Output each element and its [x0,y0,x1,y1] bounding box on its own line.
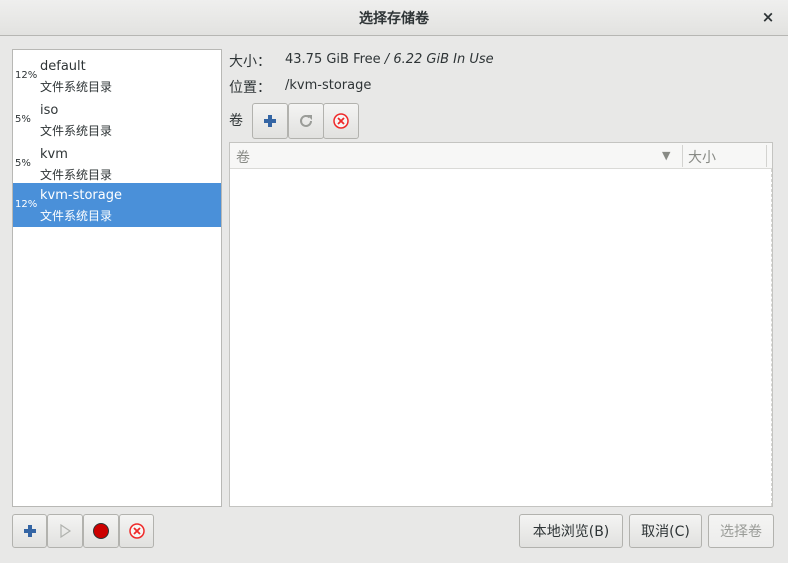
size-value: 43.75 GiB Free / 6.22 GiB In Use [285,52,494,67]
column-header-size[interactable]: 大小 [688,147,716,167]
close-button[interactable]: × [760,8,776,26]
choose-volume-button[interactable]: 选择卷 [708,514,774,548]
location-value: /kvm-storage [285,78,372,93]
window-title: 选择存储卷 [359,11,429,27]
pool-item-kvm[interactable]: 5% kvm 文件系统目录 [13,142,221,186]
add-volume-button[interactable] [252,103,288,139]
pool-item-kvm-storage[interactable]: 12% kvm-storage 文件系统目录 [13,183,221,227]
add-icon [264,115,276,127]
pool-usage-percent: 12% [15,199,38,210]
stop-icon [93,523,109,539]
column-divider [682,145,683,167]
refresh-volumes-button[interactable] [288,103,324,139]
volume-table[interactable]: 卷 ▼ 大小 [229,142,773,507]
play-icon [60,524,72,538]
cancel-button[interactable]: 取消(C) [629,514,702,548]
storage-pool-list[interactable]: 12% default 文件系统目录 5% iso 文件系统目录 5% kvm … [12,49,222,507]
add-icon [23,525,36,537]
pool-type: 文件系统目录 [40,168,113,182]
pool-name: kvm-storage [40,188,122,203]
pool-type: 文件系统目录 [40,80,113,94]
pool-type: 文件系统目录 [40,124,113,138]
sort-descending-icon: ▼ [662,149,671,162]
size-label: 大小： [229,54,271,70]
pool-usage-percent: 5% [15,114,31,125]
pool-name: iso [40,103,59,118]
volume-table-header: 卷 ▼ 大小 [230,143,772,169]
delete-pool-button[interactable] [119,514,154,548]
pool-name: kvm [40,147,68,162]
column-divider [766,145,767,167]
table-body-edge [771,169,772,506]
stop-pool-button[interactable] [83,514,119,548]
delete-icon [333,113,349,129]
pool-item-default[interactable]: 12% default 文件系统目录 [13,54,221,98]
start-pool-button[interactable] [47,514,83,548]
titlebar: 选择存储卷 × [0,0,788,36]
delete-icon [128,523,145,539]
browse-local-button[interactable]: 本地浏览(B) [519,514,623,548]
delete-volume-button[interactable] [323,103,359,139]
pool-usage-percent: 5% [15,158,31,169]
column-header-volume[interactable]: 卷 [236,147,250,167]
pool-name: default [40,59,86,74]
size-free: 43.75 GiB Free [285,52,381,67]
pool-item-iso[interactable]: 5% iso 文件系统目录 [13,98,221,142]
add-pool-button[interactable] [12,514,47,548]
size-separator: / [380,52,394,67]
location-label: 位置： [229,80,271,96]
size-used: 6.22 GiB In Use [393,52,494,67]
pool-usage-percent: 12% [15,70,38,81]
volumes-label: 卷 [229,113,243,129]
refresh-icon [300,114,312,127]
pool-type: 文件系统目录 [40,209,113,223]
